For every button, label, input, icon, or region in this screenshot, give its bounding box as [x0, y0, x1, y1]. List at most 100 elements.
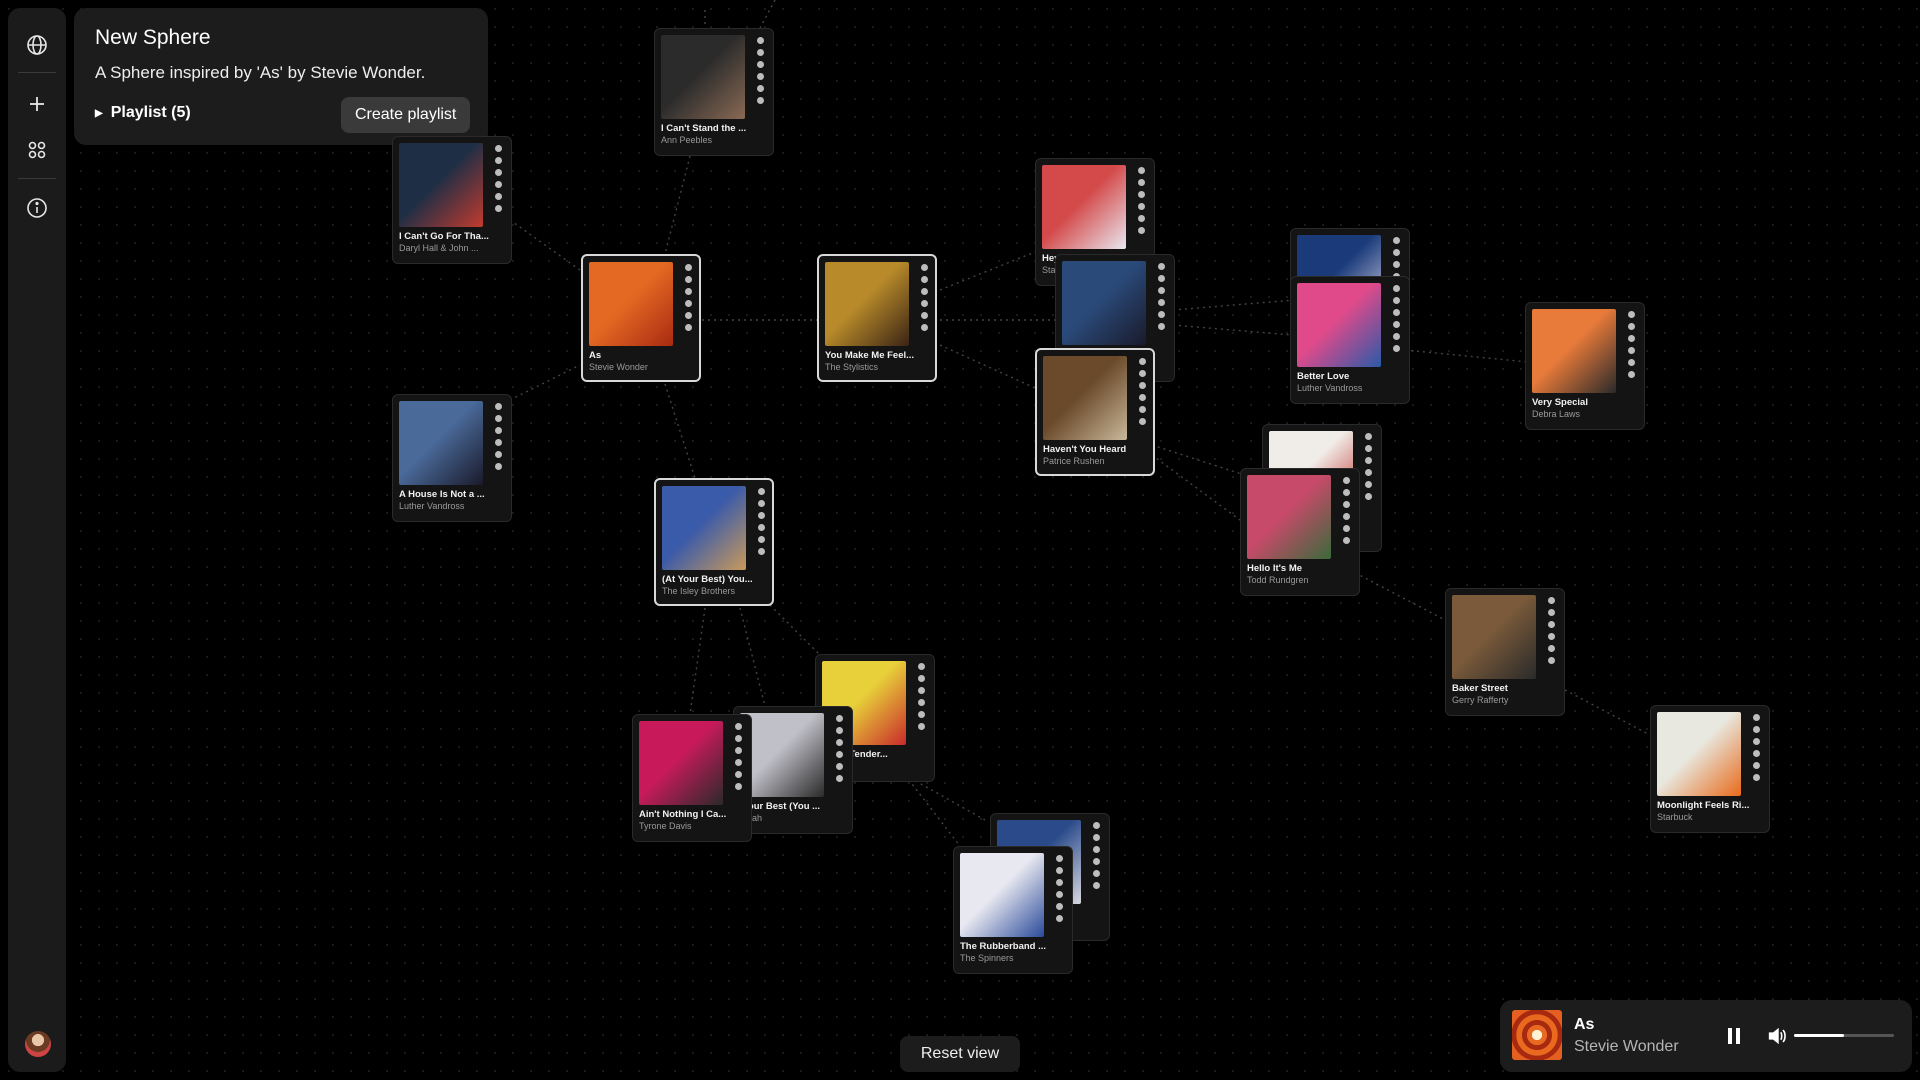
trash-icon[interactable]: [1392, 345, 1400, 352]
trash-icon[interactable]: [684, 324, 692, 331]
play-icon[interactable]: [757, 488, 765, 495]
refresh-icon[interactable]: [1157, 299, 1165, 306]
search-icon[interactable]: [1157, 311, 1165, 318]
volume-slider[interactable]: [1794, 1034, 1894, 1037]
play-icon[interactable]: [1137, 167, 1145, 174]
star-icon[interactable]: [917, 675, 925, 682]
globe-button[interactable]: [17, 25, 57, 65]
song-card[interactable]: Hello It's Me Todd Rundgren: [1240, 468, 1360, 596]
trash-icon[interactable]: [756, 97, 764, 104]
minus-icon[interactable]: [757, 512, 765, 519]
song-card[interactable]: A House Is Not a ... Luther Vandross: [392, 394, 512, 522]
star-icon[interactable]: [1752, 726, 1760, 733]
play-icon[interactable]: [917, 663, 925, 670]
minus-icon[interactable]: [494, 427, 502, 434]
star-icon[interactable]: [1364, 445, 1372, 452]
trash-icon[interactable]: [1055, 915, 1063, 922]
star-icon[interactable]: [756, 49, 764, 56]
search-icon[interactable]: [1627, 359, 1635, 366]
search-icon[interactable]: [1342, 525, 1350, 532]
song-card[interactable]: I Can't Stand the ... Ann Peebles: [654, 28, 774, 156]
trash-icon[interactable]: [1547, 657, 1555, 664]
star-icon[interactable]: [1342, 489, 1350, 496]
play-icon[interactable]: [1627, 311, 1635, 318]
create-playlist-button[interactable]: Create playlist: [341, 97, 471, 133]
search-icon[interactable]: [1547, 645, 1555, 652]
song-card[interactable]: As Stevie Wonder: [581, 254, 701, 382]
minus-icon[interactable]: [917, 687, 925, 694]
play-icon[interactable]: [1092, 822, 1100, 829]
star-icon[interactable]: [1157, 275, 1165, 282]
star-icon[interactable]: [494, 157, 502, 164]
star-icon[interactable]: [1138, 370, 1146, 377]
minus-icon[interactable]: [1364, 457, 1372, 464]
refresh-icon[interactable]: [494, 439, 502, 446]
minus-icon[interactable]: [1092, 846, 1100, 853]
star-icon[interactable]: [684, 276, 692, 283]
trash-icon[interactable]: [1138, 418, 1146, 425]
search-icon[interactable]: [1138, 406, 1146, 413]
trash-icon[interactable]: [1342, 537, 1350, 544]
star-icon[interactable]: [835, 727, 843, 734]
playlist-toggle[interactable]: ▶ Playlist (5): [95, 104, 191, 122]
trash-icon[interactable]: [917, 723, 925, 730]
refresh-icon[interactable]: [1055, 891, 1063, 898]
star-icon[interactable]: [1055, 867, 1063, 874]
new-sphere-button[interactable]: [17, 84, 57, 124]
play-icon[interactable]: [1392, 237, 1400, 244]
refresh-icon[interactable]: [734, 759, 742, 766]
refresh-icon[interactable]: [756, 73, 764, 80]
search-icon[interactable]: [1392, 333, 1400, 340]
info-button[interactable]: [17, 188, 57, 228]
minus-icon[interactable]: [1157, 287, 1165, 294]
trash-icon[interactable]: [1157, 323, 1165, 330]
refresh-icon[interactable]: [1138, 394, 1146, 401]
minus-icon[interactable]: [684, 288, 692, 295]
refresh-icon[interactable]: [917, 699, 925, 706]
play-icon[interactable]: [1342, 477, 1350, 484]
song-card[interactable]: The Rubberband ... The Spinners: [953, 846, 1073, 974]
trash-icon[interactable]: [494, 463, 502, 470]
star-icon[interactable]: [1392, 297, 1400, 304]
minus-icon[interactable]: [1752, 738, 1760, 745]
play-icon[interactable]: [494, 403, 502, 410]
play-icon[interactable]: [835, 715, 843, 722]
minus-icon[interactable]: [1137, 191, 1145, 198]
reset-view-button[interactable]: Reset view: [900, 1036, 1020, 1072]
refresh-icon[interactable]: [494, 181, 502, 188]
song-card[interactable]: Haven't You Heard Patrice Rushen: [1035, 348, 1155, 476]
pause-icon[interactable]: [1724, 1024, 1744, 1048]
trash-icon[interactable]: [920, 324, 928, 331]
minus-icon[interactable]: [1627, 335, 1635, 342]
star-icon[interactable]: [1137, 179, 1145, 186]
refresh-icon[interactable]: [835, 751, 843, 758]
play-icon[interactable]: [734, 723, 742, 730]
grid-button[interactable]: [17, 130, 57, 170]
minus-icon[interactable]: [1138, 382, 1146, 389]
play-icon[interactable]: [494, 145, 502, 152]
minus-icon[interactable]: [494, 169, 502, 176]
play-icon[interactable]: [1752, 714, 1760, 721]
search-icon[interactable]: [684, 312, 692, 319]
refresh-icon[interactable]: [1752, 750, 1760, 757]
song-card[interactable]: Baker Street Gerry Rafferty: [1445, 588, 1565, 716]
star-icon[interactable]: [920, 276, 928, 283]
minus-icon[interactable]: [1392, 309, 1400, 316]
song-card[interactable]: Very Special Debra Laws: [1525, 302, 1645, 430]
play-icon[interactable]: [1157, 263, 1165, 270]
search-icon[interactable]: [734, 771, 742, 778]
song-card[interactable]: (At Your Best) You... The Isley Brothers: [654, 478, 774, 606]
song-card[interactable]: Moonlight Feels Ri... Starbuck: [1650, 705, 1770, 833]
minus-icon[interactable]: [734, 747, 742, 754]
refresh-icon[interactable]: [1342, 513, 1350, 520]
star-icon[interactable]: [1392, 249, 1400, 256]
refresh-icon[interactable]: [920, 300, 928, 307]
search-icon[interactable]: [835, 763, 843, 770]
refresh-icon[interactable]: [1547, 633, 1555, 640]
star-icon[interactable]: [1627, 323, 1635, 330]
minus-icon[interactable]: [1055, 879, 1063, 886]
minus-icon[interactable]: [756, 61, 764, 68]
search-icon[interactable]: [756, 85, 764, 92]
play-icon[interactable]: [1364, 433, 1372, 440]
play-icon[interactable]: [920, 264, 928, 271]
